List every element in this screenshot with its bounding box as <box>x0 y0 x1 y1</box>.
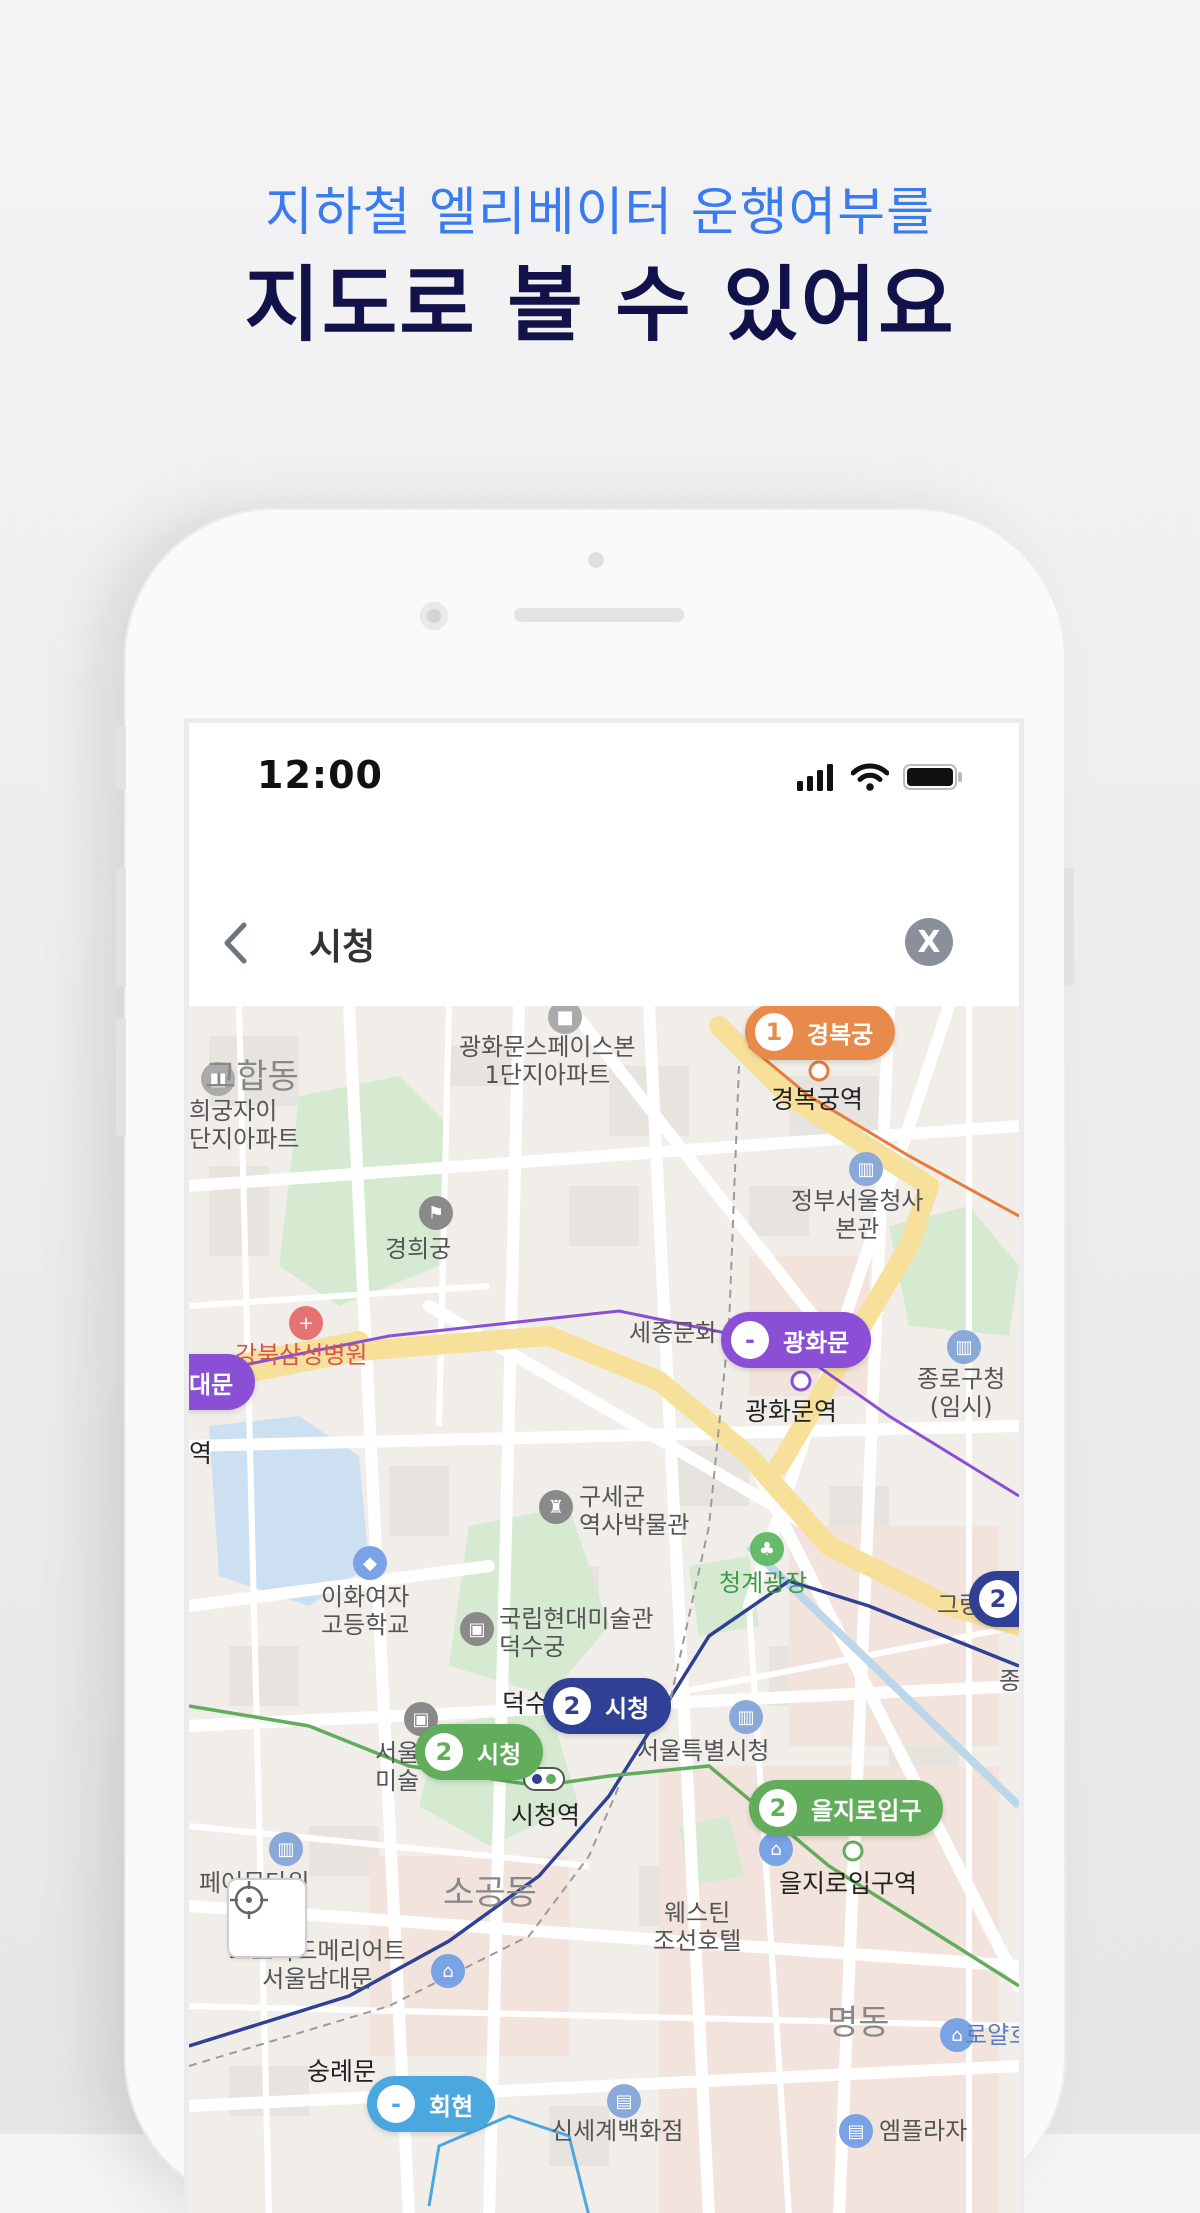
hospital-icon: + <box>289 1306 323 1340</box>
current-location-button[interactable] <box>227 1878 307 1958</box>
map-label: 서울특별시청 <box>637 1737 770 1765</box>
government-building-icon: ▥ <box>849 1152 883 1186</box>
station-name: 회현 <box>429 2092 474 2121</box>
station-pill[interactable]: 2 을지로입구 <box>749 1780 944 1836</box>
phone-power-button <box>1064 868 1074 986</box>
map-label: 신세계백화점 <box>551 2117 684 2145</box>
signal-icon <box>797 764 833 791</box>
station-pill[interactable]: - 광화문 <box>721 1312 872 1368</box>
station-name: 을지로입구 <box>811 1796 922 1825</box>
map-label: 숭례문 <box>307 2057 377 2086</box>
station-pill[interactable]: 2 <box>969 1571 1019 1627</box>
phone-screen: 12:00 시청 X ■ ■ ⚑ ▥ + ▥ ♜ ♣ ◆ ▣ ▥ ▣ ⌂ ▥ ⌂… <box>184 718 1024 2213</box>
map-label: 정부서울청사 본관 <box>791 1187 924 1243</box>
map-label-station: 시청역 <box>511 1801 581 1830</box>
map-label: 종로구청 (임시) <box>917 1365 1006 1421</box>
headline-title: 지도로 볼 수 있어요 <box>244 258 956 353</box>
map-label: 청계광장 <box>719 1569 808 1597</box>
map-label: 강북삼성병원 <box>235 1341 368 1369</box>
station-pill[interactable]: 대문 <box>189 1354 256 1410</box>
map-label: 종 <box>999 1667 1019 1695</box>
station-name: 대문 <box>189 1370 234 1399</box>
map-label: 희궁자이 단지아파트 <box>189 1097 300 1153</box>
phone-speaker <box>514 608 684 622</box>
map-label: 경희궁 <box>385 1235 452 1263</box>
phone-sensor <box>588 552 604 568</box>
map-label-station: 광화문역 <box>745 1397 838 1426</box>
elevator-status-badge: 2 <box>425 1733 463 1771</box>
station-name: 경복궁 <box>807 1020 874 1049</box>
search-query[interactable]: 시청 <box>309 918 375 970</box>
clear-search-button[interactable]: X <box>905 918 953 966</box>
map-label: 엠플라자 <box>879 2117 968 2145</box>
map-view[interactable]: ■ ■ ⚑ ▥ + ▥ ♜ ♣ ◆ ▣ ▥ ▣ ⌂ ▥ ⌂ ⌂ ▤ ▤ 광화문스… <box>189 1006 1019 2213</box>
park-icon: ♣ <box>750 1532 784 1566</box>
elevator-status-badge: - <box>731 1321 769 1359</box>
station-pill[interactable]: 1 경복궁 <box>745 1006 896 1060</box>
phone-mute-switch <box>116 726 126 790</box>
elevator-status-badge: - <box>377 2085 415 2123</box>
elevator-status-badge: 2 <box>979 1580 1017 1618</box>
phone-volume-up <box>116 868 126 986</box>
station-pill[interactable]: 2 시청 <box>415 1724 544 1780</box>
building-icon: ▥ <box>269 1832 303 1866</box>
map-label: 웨스틴 조선호텔 <box>653 1899 742 1955</box>
wifi-icon <box>851 763 889 791</box>
map-label: 이화여자 고등학교 <box>321 1583 410 1639</box>
elevator-status-badge: 2 <box>553 1687 591 1725</box>
map-label: 세종문화 <box>629 1319 718 1347</box>
status-icons <box>797 763 963 791</box>
government-building-icon: ▥ <box>947 1330 981 1364</box>
headline-subtitle: 지하철 엘리베이터 운행여부를 <box>265 183 935 243</box>
map-label: 구세군 역사박물관 <box>579 1483 690 1539</box>
map-label: 덕수 <box>502 1689 549 1718</box>
flag-icon: ⚑ <box>419 1196 453 1230</box>
chevron-left-icon <box>224 922 247 964</box>
map-label-district: 명동 <box>827 2003 890 2043</box>
status-time: 12:00 <box>257 753 383 797</box>
shopping-icon: ▤ <box>839 2114 873 2148</box>
phone-camera <box>420 602 448 630</box>
map-label-district: 고합동 <box>205 1057 299 1097</box>
status-bar: 12:00 <box>189 723 1019 833</box>
museum-icon: ♜ <box>539 1490 573 1524</box>
back-button[interactable] <box>213 916 257 970</box>
map-label: 로얄호 <box>965 2021 1019 2049</box>
map-label-district: 소공동 <box>443 1873 537 1913</box>
elevator-status-badge: 1 <box>755 1013 793 1051</box>
phone-frame: 12:00 시청 X ■ ■ ⚑ ▥ + ▥ ♜ ♣ ◆ ▣ ▥ ▣ ⌂ ▥ ⌂… <box>116 508 1074 2213</box>
hotel-icon: ⌂ <box>759 1832 793 1866</box>
station-pill[interactable]: - 회현 <box>367 2076 496 2132</box>
map-label-station: 을지로입구역 <box>779 1869 918 1898</box>
phone-volume-down <box>116 1018 126 1136</box>
station-name: 시청 <box>477 1740 522 1769</box>
station-pill[interactable]: 2 시청 <box>543 1678 672 1734</box>
shopping-icon: ▤ <box>607 2084 641 2118</box>
school-icon: ◆ <box>353 1546 387 1580</box>
hotel-icon: ⌂ <box>431 1954 465 1988</box>
battery-icon <box>903 764 962 790</box>
map-label: 광화문스페이스본 1단지아파트 <box>459 1033 636 1089</box>
map-label-station: 경복궁역 <box>771 1085 864 1114</box>
gallery-icon: ▣ <box>460 1612 494 1646</box>
map-label: 서울 미술 <box>375 1739 420 1795</box>
government-building-icon: ▥ <box>729 1700 763 1734</box>
elevator-status-badge: 2 <box>759 1789 797 1827</box>
station-name: 광화문 <box>783 1328 850 1357</box>
station-name: 시청 <box>605 1694 650 1723</box>
map-label: 국립현대미술관 덕수궁 <box>499 1605 654 1661</box>
map-label-station: 역 <box>189 1439 213 1468</box>
search-bar: 시청 X <box>189 878 1019 1008</box>
crosshair-icon <box>230 1881 268 1919</box>
